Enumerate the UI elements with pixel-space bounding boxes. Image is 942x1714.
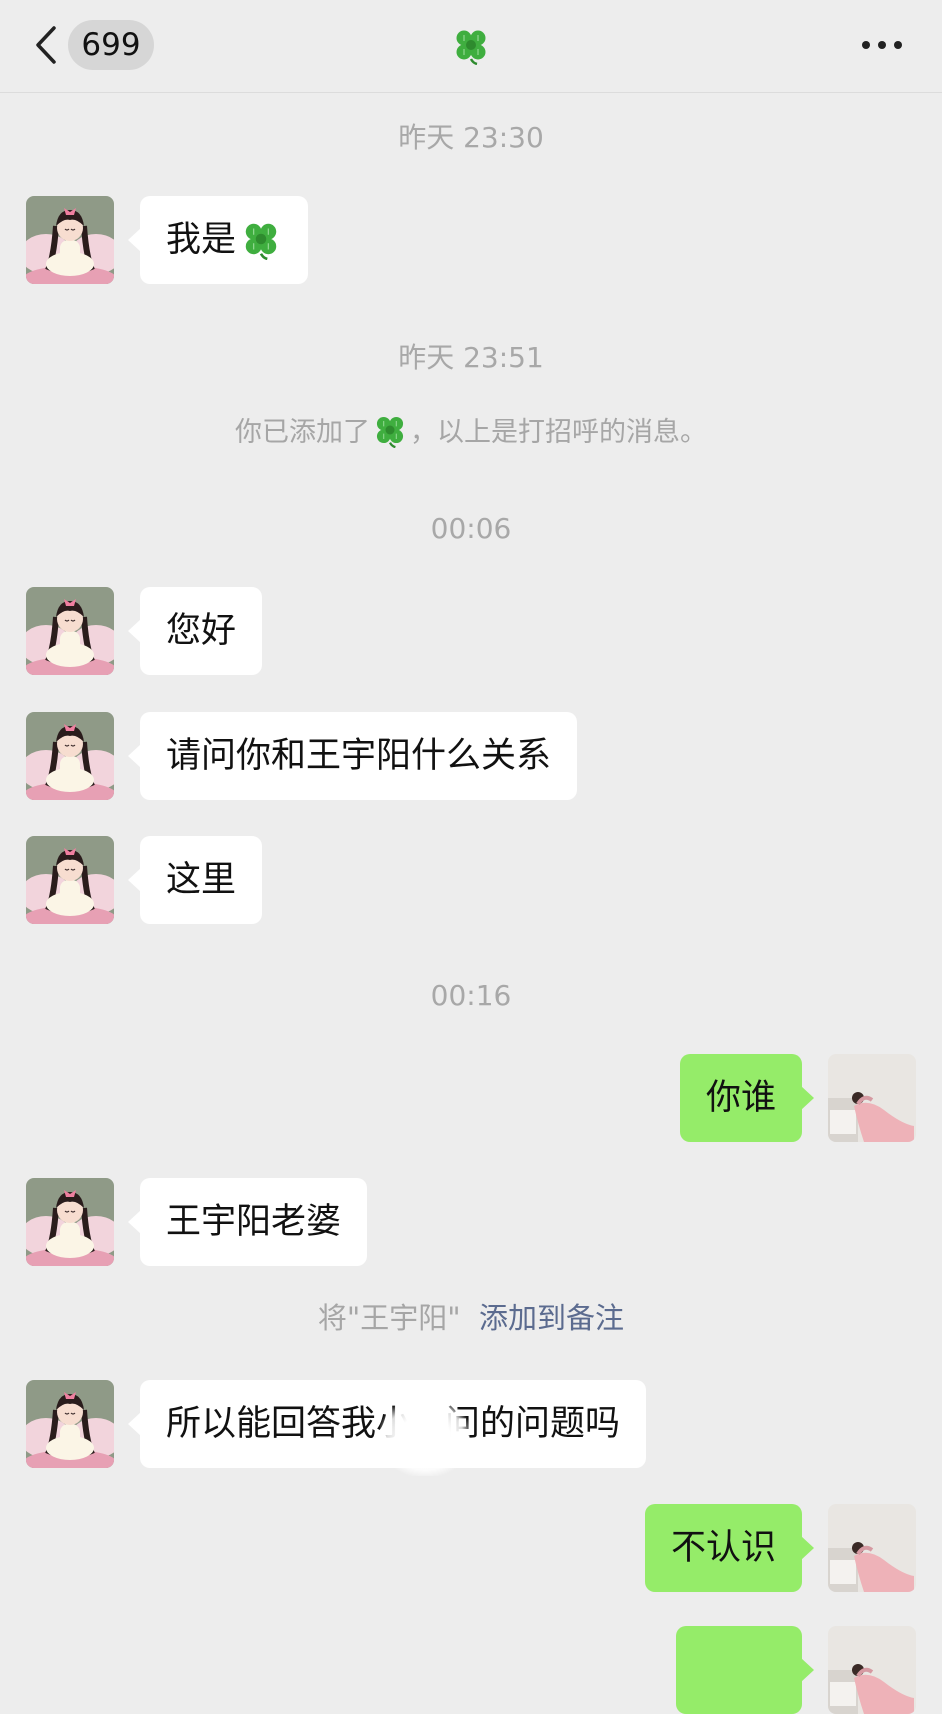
timestamp: 昨天 23:51	[398, 341, 544, 374]
add-to-remark-link[interactable]: 添加到备注	[479, 1301, 624, 1335]
message-text: 请问你和王宇阳什么关系	[166, 736, 552, 776]
my-avatar[interactable]	[828, 1626, 916, 1714]
unread-count-badge[interactable]: 699	[68, 20, 154, 70]
contact-avatar[interactable]	[26, 712, 114, 800]
incoming-message-bubble[interactable]: 这里	[127, 836, 263, 924]
timestamp: 昨天 23:30	[398, 121, 544, 154]
outgoing-message-bubble[interactable]	[676, 1626, 814, 1714]
incoming-message-bubble[interactable]: 王宇阳老婆	[127, 1178, 368, 1266]
message-text: 王宇阳老婆	[166, 1202, 342, 1242]
avatar-image	[26, 836, 114, 924]
four-leaf-clover-icon	[451, 25, 491, 65]
message-text: 不认识	[670, 1528, 776, 1568]
censor-smudge	[380, 1398, 470, 1476]
incoming-message-bubble[interactable]: 请问你和王宇阳什么关系	[127, 712, 578, 800]
timestamp: 00:16	[430, 979, 512, 1012]
message-text: 你谁	[705, 1078, 776, 1118]
my-avatar[interactable]	[828, 1504, 916, 1592]
contact-avatar[interactable]	[26, 196, 114, 284]
message-text: 我是	[166, 220, 237, 260]
more-options-icon[interactable]	[860, 38, 904, 52]
avatar-image	[26, 1380, 114, 1468]
system-text: 将"王宇阳"	[317, 1301, 461, 1335]
incoming-message-bubble[interactable]: 您好	[127, 587, 263, 675]
avatar-image	[26, 1178, 114, 1266]
message-text: 问的问题吗	[445, 1404, 621, 1444]
four-leaf-clover-icon	[240, 218, 282, 260]
contact-avatar[interactable]	[26, 836, 114, 924]
outgoing-message-bubble[interactable]: 你谁	[679, 1054, 815, 1142]
avatar-image	[828, 1626, 916, 1714]
message-text: 所以能回答我小	[166, 1404, 412, 1444]
contact-avatar[interactable]	[26, 587, 114, 675]
system-message-add-remark: 将"王宇阳" 添加到备注	[0, 1300, 942, 1336]
system-message-friend-added: 你已添加了 ，以上是打招呼的消息。	[0, 412, 942, 451]
avatar-image	[828, 1504, 916, 1592]
contact-avatar[interactable]	[26, 1380, 114, 1468]
chat-header: 699	[0, 0, 942, 93]
system-text: 你已添加了	[235, 417, 370, 448]
message-text: 您好	[166, 611, 237, 651]
timestamp: 00:06	[430, 512, 512, 545]
avatar-image	[828, 1054, 916, 1142]
message-text: 这里	[166, 860, 237, 900]
incoming-message-bubble[interactable]: 我是	[127, 196, 309, 284]
system-text: ，以上是打招呼的消息。	[410, 417, 707, 448]
four-leaf-clover-icon	[372, 412, 408, 448]
outgoing-message-bubble[interactable]: 不认识	[644, 1504, 815, 1592]
avatar-image	[26, 587, 114, 675]
contact-avatar[interactable]	[26, 1178, 114, 1266]
avatar-image	[26, 712, 114, 800]
avatar-image	[26, 196, 114, 284]
my-avatar[interactable]	[828, 1054, 916, 1142]
chevron-left-icon[interactable]	[28, 22, 64, 68]
